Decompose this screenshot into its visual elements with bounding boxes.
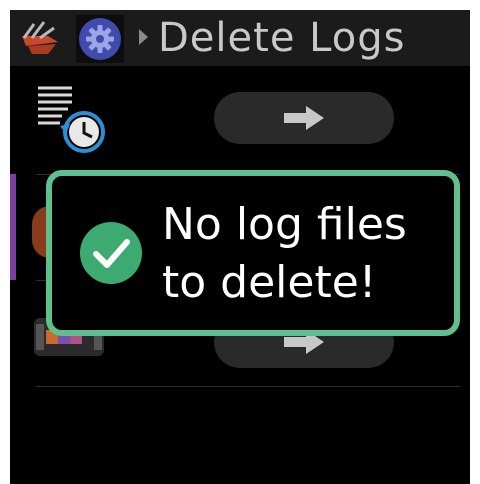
toast-message: No log files to delete! (162, 196, 452, 312)
log-history-icon (32, 82, 108, 162)
swiss-knife-icon[interactable] (18, 16, 62, 60)
delete-logs-go-button[interactable] (214, 92, 394, 144)
device-screen: Delete Logs No log files to delete! (10, 10, 470, 484)
breadcrumb-chevron-icon (136, 26, 152, 48)
gear-icon (79, 18, 121, 60)
selection-indicator (10, 174, 16, 280)
settings-badge[interactable] (76, 15, 124, 63)
row-divider (36, 386, 460, 387)
page-title: Delete Logs (158, 15, 406, 61)
title-bar: Delete Logs (10, 10, 470, 66)
check-circle-icon (78, 220, 144, 286)
toast-line-1: No log files (162, 199, 407, 250)
arrow-right-icon (284, 106, 324, 130)
notification-toast: No log files to delete! (46, 170, 460, 336)
toast-line-2: to delete! (162, 257, 377, 308)
